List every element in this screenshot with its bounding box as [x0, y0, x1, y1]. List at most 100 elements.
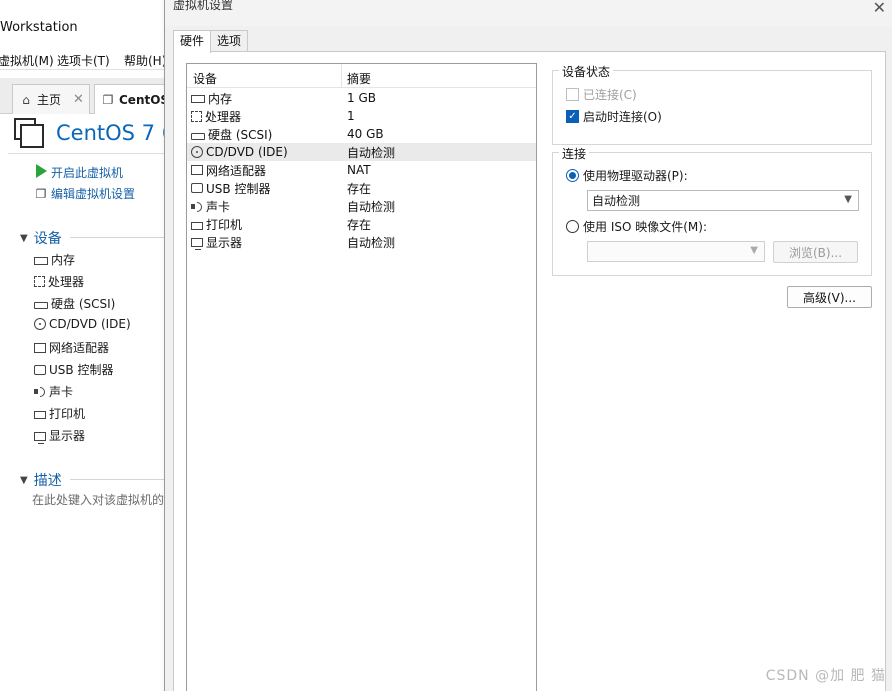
sidebar-device-memory[interactable]: 内存 [34, 251, 75, 268]
menu-vm[interactable]: 虚拟机(M) [0, 52, 54, 69]
device-list-header: 设备 摘要 [187, 64, 536, 88]
device-row-cd-dvd[interactable]: CD/DVD (IDE) 自动检测 [187, 143, 536, 161]
sidebar-device-cd-dvd[interactable]: CD/DVD (IDE) [34, 317, 131, 331]
iso-image-radio[interactable]: 使用 ISO 映像文件(M): [566, 218, 707, 235]
column-header-device[interactable]: 设备 [193, 70, 217, 87]
tab-options[interactable]: 选项 [210, 30, 249, 52]
power-on-link[interactable]: 开启此虚拟机 [34, 164, 123, 181]
device-name: 内存 [208, 91, 233, 106]
dialog-title-bar[interactable]: 虚拟机设置 ✕ [165, 0, 892, 26]
sidebar-device-printer[interactable]: 打印机 [34, 405, 85, 422]
sidebar-device-label: 内存 [51, 253, 76, 267]
menu-tabs[interactable]: 选项卡(T) [57, 52, 110, 69]
tab-centos[interactable]: ❐ CentOS [94, 84, 170, 114]
cd-dvd-icon [191, 146, 203, 158]
device-name: 打印机 [206, 217, 243, 232]
printer-icon [34, 411, 46, 419]
edit-settings-link[interactable]: ❐ 编辑虚拟机设置 [34, 185, 135, 202]
device-summary: 自动检测 [347, 145, 396, 160]
edit-settings-label: 编辑虚拟机设置 [51, 187, 136, 201]
device-row-usb[interactable]: USB 控制器 存在 [187, 179, 536, 197]
device-summary: 存在 [347, 217, 372, 232]
tab-home[interactable]: ⌂ 主页 ✕ [12, 84, 90, 114]
connect-at-power-on-checkbox[interactable]: ✓ 启动时连接(O) [566, 108, 662, 125]
sidebar-device-label: 显示器 [49, 429, 86, 443]
sidebar-device-label: 硬盘 (SCSI) [51, 297, 116, 311]
sidebar-device-monitor[interactable]: 显示器 [34, 427, 85, 444]
checkbox-box [566, 88, 579, 101]
column-header-summary[interactable]: 摘要 [347, 70, 371, 87]
chevron-down-icon: ▼ [750, 245, 758, 256]
sound-card-icon [191, 201, 203, 212]
printer-icon [191, 221, 203, 230]
dialog-tabs: 硬件 选项 [173, 30, 249, 53]
physical-drive-label: 使用物理驱动器(P): [583, 169, 688, 183]
devices-section-label: 设备 [33, 231, 62, 247]
device-name: CD/DVD (IDE) [206, 145, 288, 159]
device-name: 处理器 [205, 109, 242, 124]
device-summary: 1 GB [347, 91, 376, 105]
device-row-cpu[interactable]: 处理器 1 [187, 107, 536, 125]
radio-selected-icon [566, 169, 579, 182]
connected-checkbox[interactable]: 已连接(C) [566, 86, 637, 103]
home-icon: ⌂ [22, 92, 30, 107]
sidebar-device-hard-disk[interactable]: 硬盘 (SCSI) [34, 295, 115, 312]
device-row-monitor[interactable]: 显示器 自动检测 [187, 233, 536, 251]
iso-image-label: 使用 ISO 映像文件(M): [583, 220, 707, 234]
device-summary: 40 GB [347, 127, 384, 141]
description-placeholder[interactable]: 在此处键入对该虚拟机的 [32, 491, 164, 508]
close-icon[interactable]: ✕ [873, 0, 886, 17]
physical-drive-radio[interactable]: 使用物理驱动器(P): [566, 167, 688, 184]
iso-path-combobox[interactable]: ▼ [587, 241, 765, 262]
device-summary: NAT [347, 163, 371, 177]
radio-unselected-icon [566, 220, 579, 233]
connected-label: 已连接(C) [583, 88, 637, 102]
devices-section-header[interactable]: ▼ 设备 [20, 228, 62, 248]
network-adapter-icon [34, 342, 46, 353]
sidebar-device-network[interactable]: 网络适配器 [34, 339, 109, 356]
vm-settings-dialog: 虚拟机设置 ✕ 硬件 选项 设备 摘要 内存 1 GB 处理器 1 硬盘 (SC… [164, 0, 892, 691]
description-section-label: 描述 [33, 473, 62, 489]
memory-icon [34, 256, 48, 265]
vm-logo-icon [14, 118, 44, 148]
sidebar-device-sound[interactable]: 声卡 [34, 383, 73, 400]
sidebar-device-label: 处理器 [48, 275, 85, 289]
device-row-hard-disk[interactable]: 硬盘 (SCSI) 40 GB [187, 125, 536, 143]
device-summary: 1 [347, 109, 355, 123]
device-name: 硬盘 (SCSI) [208, 127, 273, 142]
tab-hardware[interactable]: 硬件 [173, 30, 212, 53]
usb-icon [191, 183, 203, 193]
network-adapter-icon [191, 165, 203, 175]
description-section-rule [70, 479, 170, 480]
connect-at-power-on-label: 启动时连接(O) [583, 110, 662, 124]
sidebar-device-label: USB 控制器 [49, 363, 114, 377]
device-row-printer[interactable]: 打印机 存在 [187, 215, 536, 233]
sidebar-device-label: 声卡 [49, 385, 74, 399]
device-summary: 存在 [347, 181, 372, 196]
physical-drive-value: 自动检测 [592, 194, 641, 208]
sound-card-icon [34, 386, 46, 397]
monitor-icon [191, 238, 203, 250]
checkmark-icon: ✓ [566, 110, 579, 123]
chevron-down-icon: ▼ [844, 194, 852, 205]
description-section-header[interactable]: ▼ 描述 [20, 470, 62, 490]
device-row-network[interactable]: 网络适配器 NAT [187, 161, 536, 179]
physical-drive-select[interactable]: 自动检测 ▼ [587, 190, 859, 211]
device-list[interactable]: 设备 摘要 内存 1 GB 处理器 1 硬盘 (SCSI) 40 GB CD/D… [186, 63, 537, 691]
device-name: 声卡 [206, 199, 231, 214]
hard-disk-icon [34, 302, 48, 309]
sidebar-device-usb[interactable]: USB 控制器 [34, 361, 113, 378]
browse-button[interactable]: 浏览(B)... [773, 241, 858, 263]
monitor-icon [34, 431, 46, 444]
device-name: 显示器 [206, 235, 243, 250]
device-summary: 自动检测 [347, 235, 396, 250]
device-status-label: 设备状态 [559, 63, 614, 80]
vm-icon: ❐ [102, 92, 114, 107]
advanced-button[interactable]: 高级(V)... [787, 286, 872, 308]
memory-icon [191, 95, 205, 103]
sidebar-device-cpu[interactable]: 处理器 [34, 273, 84, 290]
close-icon[interactable]: ✕ [73, 92, 84, 107]
device-row-sound[interactable]: 声卡 自动检测 [187, 197, 536, 215]
vmware-main-window: Workstation 虚拟机(M) 选项卡(T) 帮助(H) ⌂ 主页 ✕ ❐… [0, 0, 170, 691]
device-row-memory[interactable]: 内存 1 GB [187, 89, 536, 107]
